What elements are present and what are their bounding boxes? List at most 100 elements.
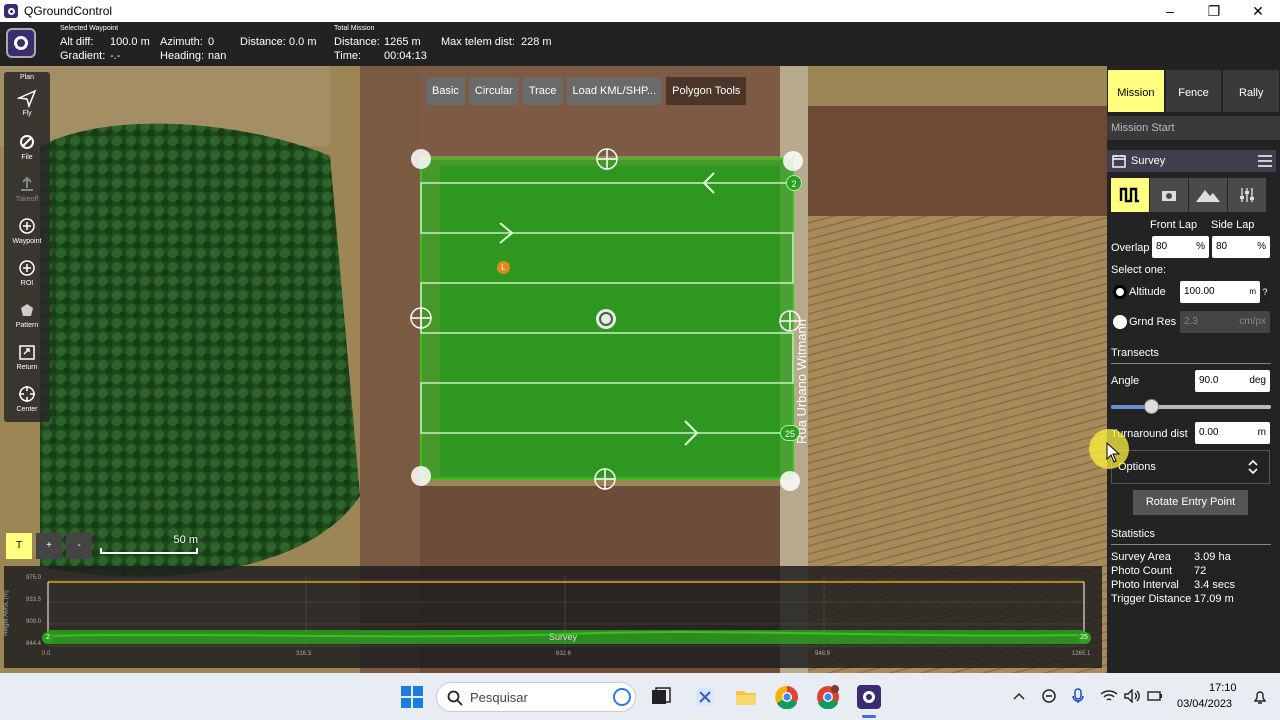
search-placeholder: Pesquisar: [470, 690, 528, 705]
options-label: Options: [1118, 461, 1156, 473]
angle-input[interactable]: 90.0 deg: [1195, 370, 1270, 392]
select-one-label: Select one:: [1111, 264, 1167, 276]
center-label: Center: [16, 406, 38, 413]
grnd-res-input[interactable]: 2.3 cm/px: [1180, 311, 1270, 333]
grnd-res-radio[interactable]: [1113, 315, 1127, 329]
tab-mission[interactable]: Mission: [1108, 70, 1164, 112]
front-lap-input[interactable]: 80%: [1152, 236, 1209, 258]
transects-label: Transects: [1111, 347, 1159, 359]
microphone-icon[interactable]: [1072, 688, 1084, 704]
turnaround-input[interactable]: 0.00 m: [1195, 422, 1270, 444]
windows-start-icon[interactable]: [400, 685, 424, 709]
takeoff-button[interactable]: Takeoff: [4, 174, 50, 203]
angle-slider-handle[interactable]: [1144, 399, 1159, 414]
gradient-label: Gradient:: [60, 50, 106, 62]
waypoint-label: Waypoint: [12, 238, 42, 245]
heading-value: nan: [208, 50, 227, 62]
survey-calendar-icon: [1112, 155, 1126, 168]
front-lap-label: Front Lap: [1150, 219, 1198, 231]
close-button[interactable]: ✕: [1236, 0, 1280, 22]
clock-date[interactable]: 03/04/2023: [1177, 698, 1232, 710]
max-telem-label: Max telem dist:: [441, 36, 515, 48]
circular-button[interactable]: Circular: [468, 77, 519, 105]
file-button[interactable]: File: [4, 132, 50, 161]
side-lap-label: Side Lap: [1211, 219, 1255, 231]
return-button[interactable]: Return: [4, 342, 50, 371]
total-distance-label: Distance:: [334, 36, 380, 48]
survey-header[interactable]: Survey: [1107, 150, 1276, 172]
launch-marker[interactable]: L: [497, 261, 510, 274]
mission-profile: Height AMSL (m) 975.0 933.5 909.0 844.4 …: [4, 566, 1102, 668]
file-label: File: [21, 154, 33, 161]
snipping-tool-icon[interactable]: [693, 685, 717, 709]
altitude-input[interactable]: 100.00 m: [1180, 281, 1260, 303]
scale-bar: [100, 548, 198, 554]
camera-mode-button[interactable]: [1150, 178, 1188, 212]
total-mission-label: Total Mission: [334, 25, 375, 32]
zoom-out-button[interactable]: -: [66, 533, 92, 559]
terrain-mode-button[interactable]: [1189, 178, 1227, 212]
xtick-0: 0.0: [42, 651, 51, 657]
transects-divider: [1111, 363, 1271, 364]
polygon-center-handle[interactable]: [596, 309, 616, 329]
speaker-icon[interactable]: [1124, 689, 1140, 703]
pattern-button[interactable]: Pattern: [4, 300, 50, 329]
zoom-in-button[interactable]: +: [36, 533, 62, 559]
qgroundcontrol-taskbar-icon[interactable]: [857, 685, 881, 709]
polygon-tools-label: Polygon Tools: [666, 77, 747, 105]
fly-button[interactable]: Fly: [4, 88, 50, 117]
roi-button[interactable]: ROI: [4, 258, 50, 287]
basic-button[interactable]: Basic: [426, 77, 465, 105]
trace-button[interactable]: Trace: [522, 77, 563, 105]
plan-toolbar: Plan Fly File Takeoff Waypoint ROI Patte…: [4, 72, 50, 422]
chevron-up-icon[interactable]: [1013, 691, 1025, 701]
qgc-app-icon: [4, 4, 18, 18]
waypoint-button[interactable]: Waypoint: [4, 216, 50, 245]
altitude-help-button[interactable]: ?: [1260, 281, 1270, 303]
hamburger-menu-icon[interactable]: [1258, 155, 1272, 167]
total-distance-value: 1265 m: [384, 36, 421, 48]
center-button[interactable]: Center: [4, 384, 50, 413]
clock-time[interactable]: 17:10: [1209, 682, 1237, 694]
load-kml-button[interactable]: Load KML/SHP...: [566, 77, 663, 105]
chrome-profile-icon[interactable]: [816, 685, 840, 709]
camera-icon: [1162, 191, 1176, 201]
task-view-icon[interactable]: [649, 685, 673, 709]
rotate-entry-point-button[interactable]: Rotate Entry Point: [1133, 490, 1248, 515]
heading-label: Heading:: [160, 50, 205, 62]
settings-mode-button[interactable]: [1228, 178, 1266, 212]
options-dropdown[interactable]: Options: [1111, 450, 1270, 484]
waypoint-marker-start[interactable]: 2: [786, 175, 802, 191]
notification-bell-icon[interactable]: [1253, 689, 1267, 705]
window-title: QGroundControl: [24, 4, 113, 18]
transects-mode-button[interactable]: [1111, 178, 1149, 212]
xtick-1: 316.3: [296, 651, 312, 657]
battery-icon[interactable]: [1147, 690, 1163, 702]
xtick-3: 948.9: [815, 651, 831, 657]
altitude-label: Altitude: [1129, 286, 1166, 298]
chrome-icon[interactable]: [775, 685, 799, 709]
tab-rally[interactable]: Rally: [1223, 70, 1280, 112]
terrain-toggle-button[interactable]: T: [6, 533, 32, 559]
mission-start-item[interactable]: Mission Start: [1107, 116, 1280, 140]
altitude-radio[interactable]: [1113, 285, 1127, 299]
cloud-sync-icon[interactable]: [1041, 688, 1057, 704]
time-value: 00:04:13: [384, 50, 427, 62]
return-label: Return: [16, 364, 38, 371]
map-scale: 50 m: [100, 534, 198, 558]
qgc-logo-button[interactable]: [6, 28, 36, 58]
tab-fence[interactable]: Fence: [1165, 70, 1222, 112]
wifi-icon[interactable]: [1100, 689, 1118, 703]
angle-slider[interactable]: [1111, 399, 1271, 414]
minimize-button[interactable]: –: [1148, 0, 1192, 22]
maximize-button[interactable]: ❐: [1192, 0, 1236, 22]
file-explorer-icon[interactable]: [734, 685, 758, 709]
title-bar: QGroundControl – ❐ ✕: [0, 0, 1280, 22]
taskbar-search-box[interactable]: Pesquisar: [436, 682, 636, 712]
center-icon: [19, 386, 35, 402]
file-icon: [20, 135, 34, 149]
side-lap-input[interactable]: 80%: [1212, 236, 1270, 258]
scale-label: 50 m: [173, 534, 198, 546]
bing-icon: [613, 688, 631, 706]
gradient-value: -.-: [110, 50, 121, 62]
